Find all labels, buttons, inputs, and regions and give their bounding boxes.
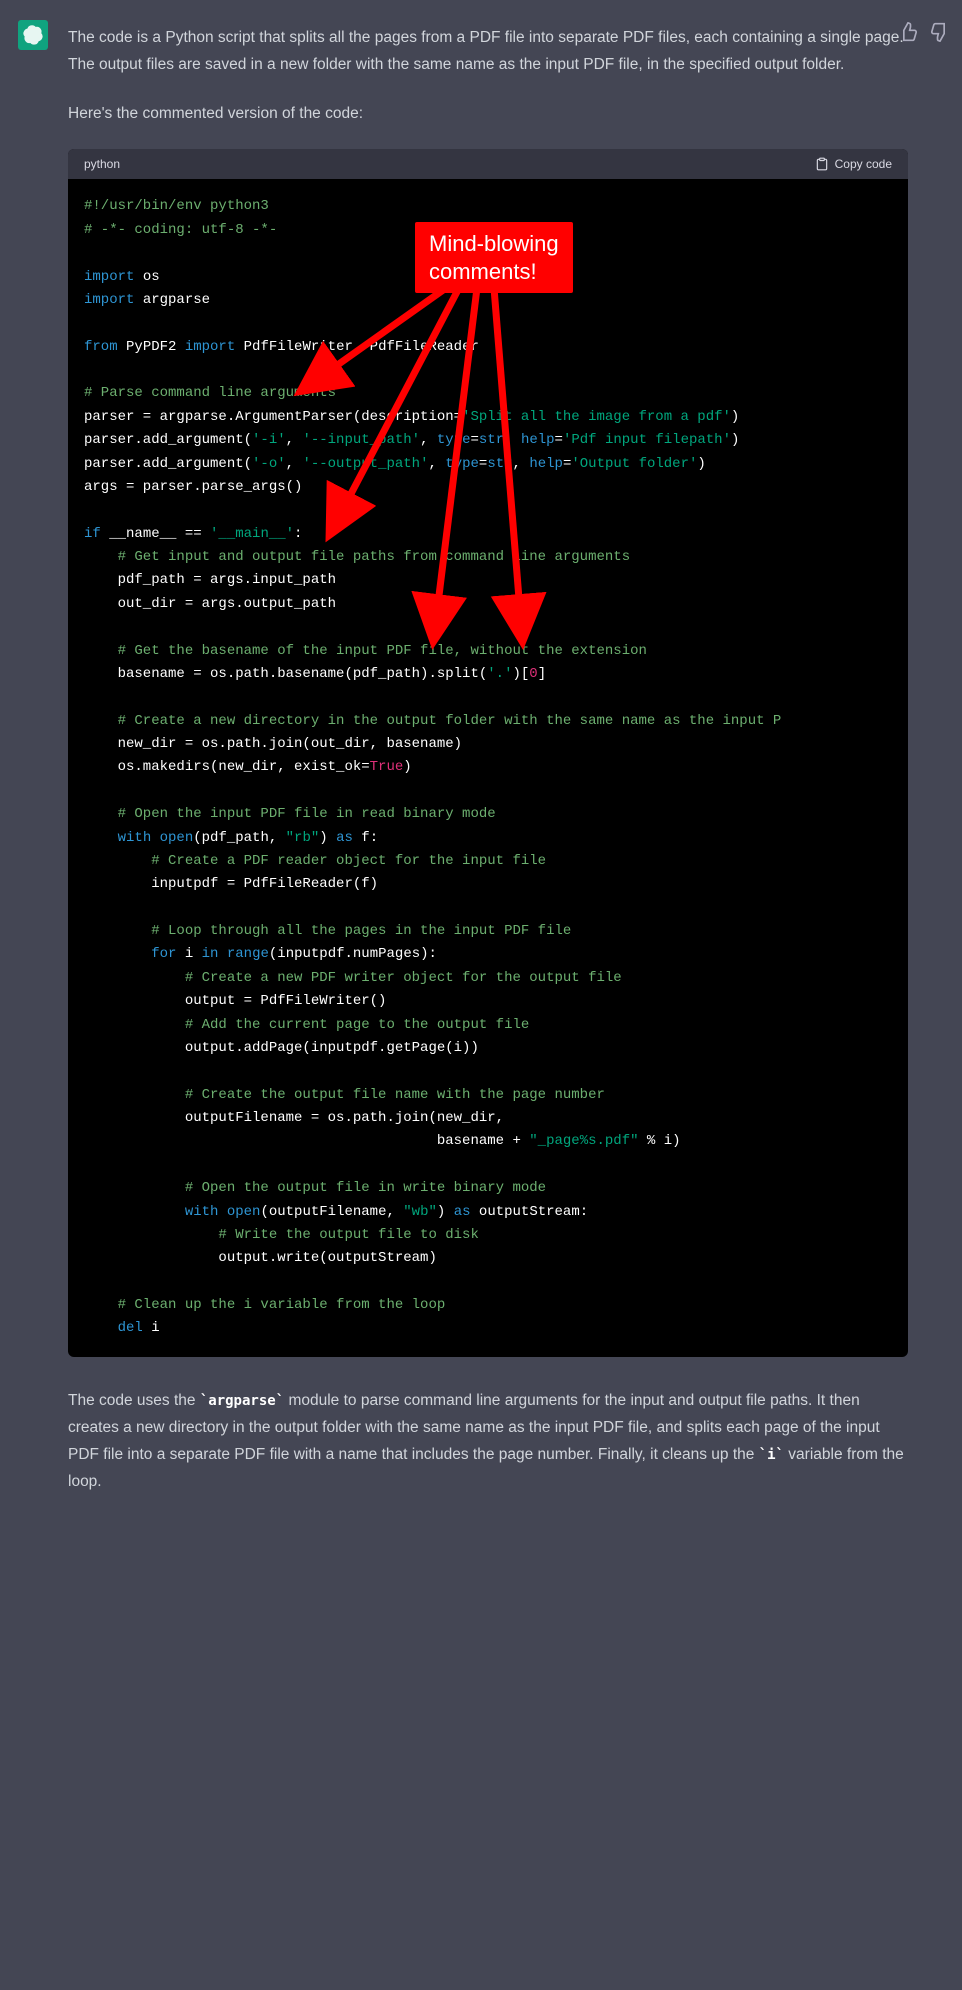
message-actions (898, 22, 950, 42)
clipboard-icon (815, 157, 829, 171)
inline-code-i: `i` (759, 1447, 784, 1463)
response-paragraph-2: Here's the commented version of the code… (68, 100, 908, 127)
thumbs-up-icon (898, 22, 918, 42)
code-content[interactable]: #!/usr/bin/env python3 # -*- coding: utf… (68, 179, 908, 1356)
response-footer: The code uses the `argparse` module to p… (68, 1387, 908, 1496)
assistant-avatar (18, 20, 48, 50)
thumbs-down-icon (930, 22, 950, 42)
response-paragraph-1: The code is a Python script that splits … (68, 24, 908, 78)
copy-code-button[interactable]: Copy code (815, 157, 892, 171)
inline-code-argparse: `argparse` (200, 1393, 284, 1409)
thumbs-down-button[interactable] (930, 22, 950, 42)
code-block: python Copy code #!/usr/bin/env python3 … (68, 149, 908, 1356)
code-header: python Copy code (68, 149, 908, 179)
openai-icon (23, 25, 43, 45)
code-language-label: python (84, 157, 120, 171)
copy-code-label: Copy code (835, 157, 892, 171)
thumbs-up-button[interactable] (898, 22, 918, 42)
